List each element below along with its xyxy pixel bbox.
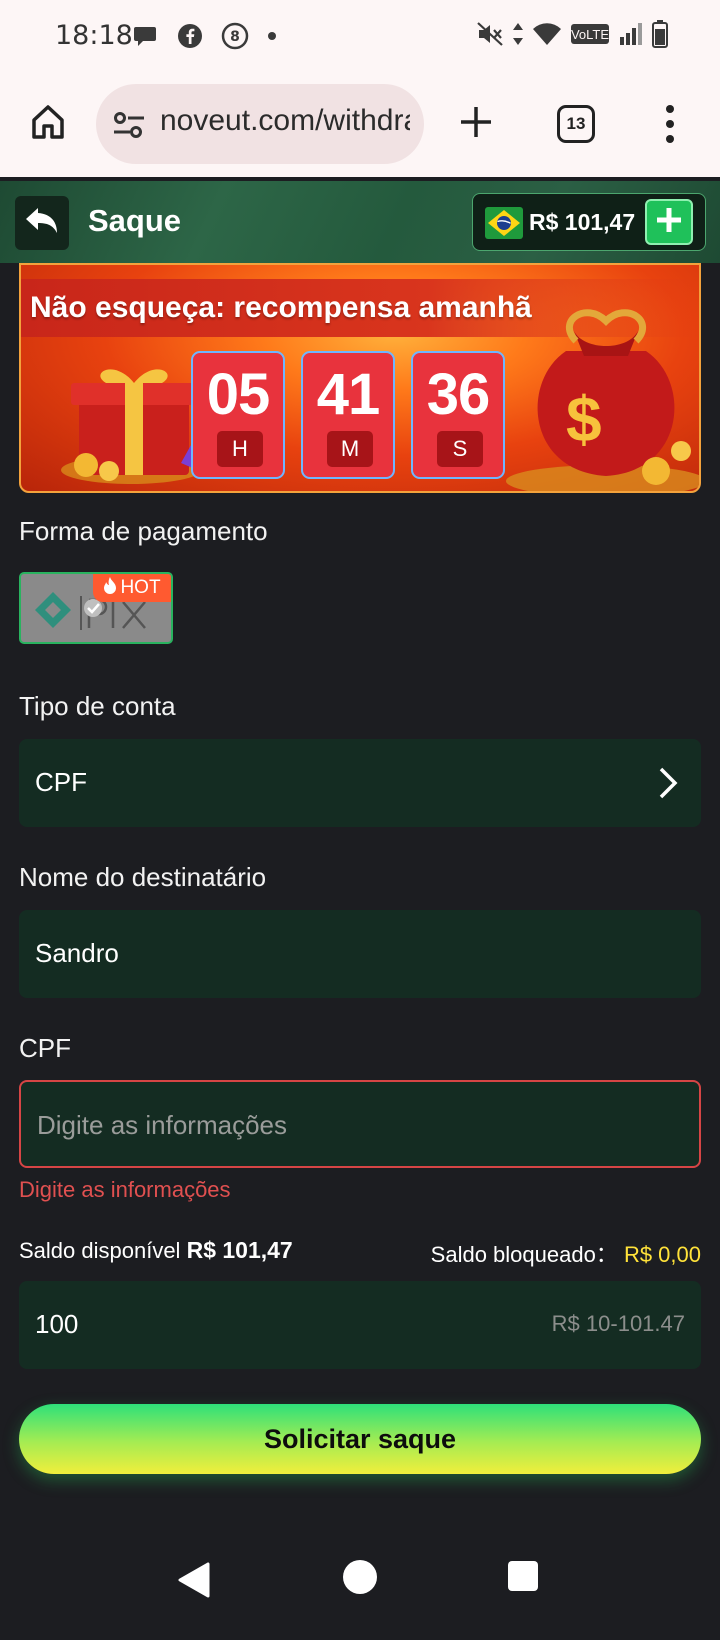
more-vert-icon[interactable] [660, 102, 680, 146]
recipient-name-label: Nome do destinatário [19, 862, 267, 892]
timer-seconds-unit: S [437, 431, 483, 467]
data-arrows-icon [512, 21, 524, 47]
cpf-placeholder: Digite as informações [37, 1110, 287, 1140]
blocked-balance-value: R$ 0,00 [623, 1242, 701, 1267]
site-settings-icon[interactable] [112, 110, 146, 140]
account-type-label: Tipo de conta [19, 691, 176, 721]
timer-minutes-value: 41 [316, 362, 381, 427]
nav-home-icon[interactable] [343, 1560, 377, 1594]
withdraw-amount-value: 100 [35, 1309, 79, 1339]
svg-text:$: $ [566, 383, 602, 455]
browser-toolbar: noveut.com/withdraw 13 [0, 72, 720, 177]
blocked-balance-label: Saldo bloqueado： [430, 1242, 618, 1267]
hot-badge: HOT [93, 574, 171, 602]
reward-banner[interactable]: Não esqueça: recompensa amanhã $ 05 H 41… [19, 263, 701, 493]
available-balance: Saldo disponível R$ 101,47 [19, 1237, 293, 1264]
hot-badge-label: HOT [120, 577, 161, 598]
chevron-right-icon [657, 765, 679, 801]
circle-8-icon: 8 [221, 22, 249, 50]
account-type-select[interactable]: CPF [19, 739, 701, 827]
request-withdraw-button[interactable]: Solicitar saque [19, 1404, 701, 1474]
timer-hours-value: 05 [206, 362, 271, 427]
plus-icon [655, 206, 683, 239]
battery-icon [652, 20, 668, 48]
account-type-value: CPF [35, 767, 87, 797]
system-nav-bar [0, 1530, 720, 1640]
mute-icon [476, 21, 504, 47]
timer-seconds: 36 S [411, 351, 505, 479]
banner-title: Não esqueça: recompensa amanhã [30, 291, 532, 324]
brazil-flag-icon [485, 207, 523, 239]
page-title: Saque [88, 203, 182, 238]
balance-widget: R$ 101,47 [472, 193, 706, 251]
header-balance: R$ 101,47 [529, 209, 636, 235]
nav-back-icon[interactable] [178, 1562, 210, 1603]
status-time: 18:18 [55, 20, 133, 51]
svg-text:VoLTE: VoLTE [571, 27, 609, 42]
timer-hours-unit: H [217, 431, 263, 467]
status-icons-left: 8 [133, 22, 277, 50]
wifi-icon [532, 22, 562, 46]
volte-icon: VoLTE [570, 22, 610, 46]
blocked-balance: Saldo bloqueado： R$ 0,00 [431, 1237, 701, 1269]
new-tab-icon[interactable] [456, 102, 496, 142]
cpf-error-message: Digite as informações [19, 1177, 231, 1202]
available-balance-label: Saldo disponível [19, 1238, 181, 1263]
deposit-add-button[interactable] [645, 199, 693, 245]
tab-switcher-button[interactable]: 13 [557, 105, 595, 143]
recipient-name-value: Sandro [35, 938, 119, 968]
status-icons-right: VoLTE [476, 20, 668, 48]
url-bar[interactable]: noveut.com/withdraw [96, 84, 424, 164]
nav-recents-icon[interactable] [508, 1561, 538, 1591]
flame-icon [103, 576, 117, 600]
timer-minutes-unit: M [327, 431, 373, 467]
cpf-label: CPF [19, 1033, 71, 1063]
timer-seconds-value: 36 [426, 362, 491, 427]
withdraw-amount-input[interactable]: 100 R$ 10-101.47 [19, 1281, 701, 1369]
gift-box-icon [61, 345, 211, 485]
chat-bubble-icon [133, 24, 159, 48]
cpf-input[interactable]: Digite as informações [19, 1080, 701, 1168]
payment-option-pix[interactable]: HOT [19, 572, 173, 644]
withdraw-amount-range: R$ 10-101.47 [551, 1311, 685, 1336]
home-icon[interactable] [28, 102, 68, 142]
svg-text:8: 8 [230, 29, 240, 45]
url-text[interactable]: noveut.com/withdraw [160, 104, 410, 138]
reply-back-icon [25, 206, 59, 241]
payment-method-label: Forma de pagamento [19, 516, 268, 546]
facebook-icon [177, 23, 203, 49]
timer-hours: 05 H [191, 351, 285, 479]
signal-icon [618, 22, 644, 46]
timer-minutes: 41 M [301, 351, 395, 479]
app-header: Saque R$ 101,47 [0, 181, 720, 263]
available-balance-value: R$ 101,47 [186, 1237, 293, 1263]
money-bag-icon: $ [506, 281, 699, 491]
status-bar: 18:18 8 VoLTE [0, 0, 720, 72]
dot-icon [267, 31, 277, 41]
back-button[interactable] [15, 196, 69, 250]
recipient-name-input[interactable]: Sandro [19, 910, 701, 998]
